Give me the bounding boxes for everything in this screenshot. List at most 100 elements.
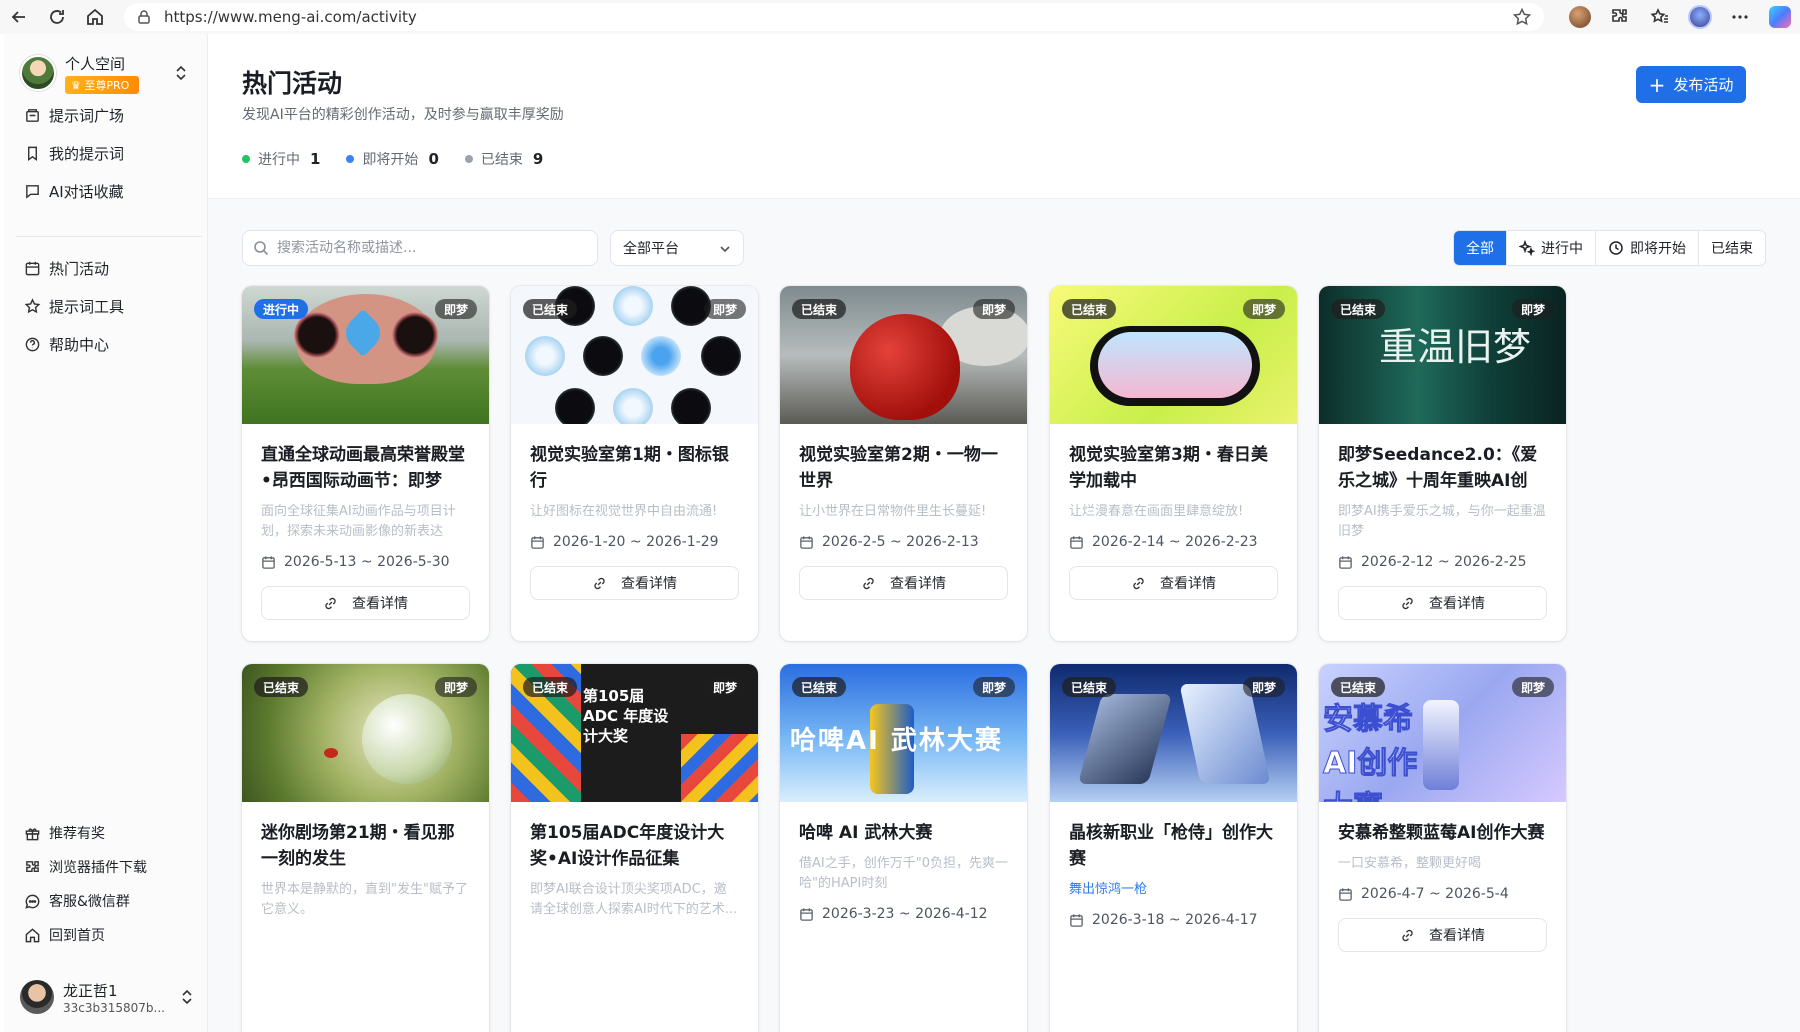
sidebar-item-referral-reward[interactable]: 推荐有奖 bbox=[18, 816, 198, 850]
reload-icon[interactable] bbox=[38, 0, 76, 34]
view-details-button[interactable]: 查看详情 bbox=[1338, 918, 1547, 952]
filter-ended[interactable]: 已结束 bbox=[1698, 231, 1765, 265]
view-details-button[interactable]: 查看详情 bbox=[799, 566, 1008, 600]
stat-ended: 已结束 9 bbox=[464, 149, 543, 169]
status-badge: 已结束 bbox=[523, 677, 578, 697]
status-badge: 进行中 bbox=[254, 299, 309, 319]
profile-icon[interactable] bbox=[1680, 0, 1720, 34]
filter-all[interactable]: 全部 bbox=[1454, 231, 1506, 265]
activity-description: 让好图标在视觉世界中自由流通! bbox=[530, 504, 718, 519]
activity-card[interactable]: 已结束 即梦 视觉实验室第1期・图标银行 让好图标在视觉世界中自由流通! 202… bbox=[511, 286, 758, 641]
chevron-up-down-icon bbox=[182, 989, 192, 1005]
page-header: 热门活动 发现AI平台的精彩创作活动，及时参与赢取丰厚奖励 进行中 1 即将开始… bbox=[208, 34, 1800, 199]
activity-card[interactable]: 已结束 即梦 迷你剧场第21期・看见那一刻的发生 世界本是静默的，直到"发生"赋… bbox=[242, 664, 489, 1032]
extensions-puzzle-icon[interactable] bbox=[1600, 0, 1640, 34]
platform-select[interactable]: 全部平台 bbox=[610, 230, 744, 266]
nav-secondary: 热门活动 提示词工具 帮助中心 bbox=[18, 249, 198, 363]
activity-description: 世界本是静默的，直到"发生"赋予了它意义。 bbox=[261, 882, 468, 917]
activity-description: 让小世界在日常物件里生长蔓延! bbox=[799, 504, 987, 519]
status-badge: 已结束 bbox=[792, 677, 847, 697]
status-dot bbox=[346, 155, 355, 163]
nav-primary: 提示词广场 我的提示词 AI对话收藏 bbox=[18, 96, 198, 210]
link-icon bbox=[1133, 577, 1144, 589]
activity-card[interactable]: 已结束 即梦 视觉实验室第2期・一物一世界 让小世界在日常物件里生长蔓延! 20… bbox=[780, 286, 1027, 641]
extension-avatar-icon[interactable] bbox=[1560, 0, 1600, 34]
activity-description: 让烂漫春意在画面里肆意绽放! bbox=[1069, 504, 1244, 519]
home-icon[interactable] bbox=[76, 0, 114, 34]
clock-icon bbox=[1609, 241, 1623, 255]
page-title: 热门活动 bbox=[242, 69, 343, 98]
copilot-icon[interactable] bbox=[1760, 0, 1800, 34]
link-icon bbox=[325, 597, 336, 609]
calendar-icon bbox=[1070, 535, 1083, 549]
platform-badge: 即梦 bbox=[972, 677, 1015, 697]
back-icon[interactable] bbox=[0, 0, 38, 34]
filter-ongoing[interactable]: 进行中 bbox=[1506, 231, 1595, 265]
activity-date: 2026-2-5 ~ 2026-2-13 bbox=[799, 534, 1008, 550]
view-details-button[interactable]: 查看详情 bbox=[1069, 566, 1278, 600]
activity-cover-image: 重温旧梦 已结束 即梦 bbox=[1319, 286, 1566, 424]
sidebar-item-customer-service[interactable]: 客服&微信群 bbox=[18, 884, 198, 918]
sidebar-item-back-home[interactable]: 回到首页 bbox=[18, 918, 198, 952]
lock-icon bbox=[138, 10, 150, 24]
activity-card[interactable]: 重温旧梦 已结束 即梦 即梦Seedance2.0：《爱乐之城》十周年重映AI创… bbox=[1319, 286, 1566, 641]
calendar-icon bbox=[800, 907, 813, 921]
activity-date: 2026-1-20 ~ 2026-1-29 bbox=[530, 534, 739, 550]
favorites-icon[interactable] bbox=[1640, 0, 1680, 34]
calendar-icon bbox=[1339, 555, 1352, 569]
view-details-button[interactable]: 查看详情 bbox=[1338, 586, 1547, 620]
activity-card[interactable]: 进行中 即梦 直通全球动画最高荣誉殿堂•昂西国际动画节：即梦设... 面向全球征… bbox=[242, 286, 489, 641]
activity-card[interactable]: 已结束 即梦 视觉实验室第3期・春日美学加载中 让烂漫春意在画面里肆意绽放! 2… bbox=[1050, 286, 1297, 641]
activity-cover-image: 已结束 即梦 bbox=[1050, 286, 1297, 424]
search-box[interactable] bbox=[242, 230, 598, 266]
status-badge: 已结束 bbox=[1331, 677, 1386, 697]
status-badge: 已结束 bbox=[1331, 299, 1386, 319]
activity-date: 2026-4-7 ~ 2026-5-4 bbox=[1338, 886, 1547, 902]
calendar-icon bbox=[25, 261, 40, 275]
more-menu-icon[interactable] bbox=[1720, 0, 1760, 34]
search-input[interactable] bbox=[277, 240, 577, 256]
sidebar-item-help-center[interactable]: 帮助中心 bbox=[18, 325, 198, 363]
sidebar-item-prompt-plaza[interactable]: 提示词广场 bbox=[18, 96, 198, 134]
sidebar-item-hot-activities[interactable]: 热门活动 bbox=[18, 249, 198, 287]
favorite-star-icon[interactable] bbox=[1512, 7, 1532, 27]
sidebar-item-browser-extension[interactable]: 浏览器插件下载 bbox=[18, 850, 198, 884]
sidebar-item-prompt-tools[interactable]: 提示词工具 bbox=[18, 287, 198, 325]
filter-upcoming[interactable]: 即将开始 bbox=[1595, 231, 1698, 265]
message-icon bbox=[25, 894, 40, 909]
activity-cover-image: 安慕希 AI创作大赛 已结束 即梦 bbox=[1319, 664, 1566, 802]
activity-cover-image: 哈啤AI 武林大赛 已结束 即梦 bbox=[780, 664, 1027, 802]
calendar-icon bbox=[800, 535, 813, 549]
profile-switcher[interactable]: 个人空间 ♛ 至尊PRO bbox=[20, 52, 192, 94]
sidebar-item-ai-chat-favorites[interactable]: AI对话收藏 bbox=[18, 172, 198, 210]
cover-art-text: 第105届ADC 年度设计大奖 bbox=[583, 687, 669, 745]
address-bar[interactable]: https://www.meng-ai.com/activity bbox=[124, 3, 1544, 31]
link-icon bbox=[1402, 929, 1413, 941]
view-details-button[interactable]: 查看详情 bbox=[261, 586, 470, 620]
calendar-icon bbox=[1339, 887, 1352, 901]
activity-card[interactable]: 已结束 即梦 晶核新职业「枪侍」创作大赛 舞出惊鸿一枪 2026-3-18 ~ … bbox=[1050, 664, 1297, 1032]
platform-badge: 即梦 bbox=[703, 299, 746, 319]
view-details-button[interactable]: 查看详情 bbox=[530, 566, 739, 600]
activity-date: 2026-5-13 ~ 2026-5-30 bbox=[261, 554, 470, 570]
platform-badge: 即梦 bbox=[434, 299, 477, 319]
status-dot bbox=[464, 155, 473, 163]
activity-card[interactable]: 哈啤AI 武林大赛 已结束 即梦 哈啤 AI 武林大赛 借AI之手，创作万千"0… bbox=[780, 664, 1027, 1032]
link-icon bbox=[1402, 597, 1413, 609]
activity-title: 迷你剧场第21期・看见那一刻的发生 bbox=[261, 823, 455, 869]
publish-activity-button[interactable]: + 发布活动 bbox=[1636, 66, 1746, 103]
activity-card[interactable]: 第105届ADC 年度设计大奖 已结束 即梦 第105届ADC年度设计大奖•AI… bbox=[511, 664, 758, 1032]
activity-card[interactable]: 安慕希 AI创作大赛 已结束 即梦 安慕希整颗蓝莓AI创作大赛 一口安慕希，整颗… bbox=[1319, 664, 1566, 1032]
main-content: 热门活动 发现AI平台的精彩创作活动，及时参与赢取丰厚奖励 进行中 1 即将开始… bbox=[208, 34, 1800, 1032]
activity-description: 即梦AI携手爱乐之城，与你一起重温旧梦 bbox=[1338, 504, 1546, 539]
status-badge: 已结束 bbox=[1062, 299, 1117, 319]
activity-cover-image: 已结束 即梦 bbox=[780, 286, 1027, 424]
help-icon bbox=[25, 337, 40, 351]
sidebar-item-my-prompts[interactable]: 我的提示词 bbox=[18, 134, 198, 172]
activity-date: 2026-3-18 ~ 2026-4-17 bbox=[1069, 912, 1278, 928]
activity-description: 舞出惊鸿一枪 bbox=[1069, 882, 1148, 897]
chat-icon bbox=[26, 184, 39, 199]
user-switcher[interactable]: 龙正哲1 33c3b315807b... bbox=[20, 974, 196, 1020]
activity-description: 即梦AI联合设计顶尖奖项ADC，邀请全球创意人探索AI时代下的艺术... bbox=[530, 882, 738, 917]
chevron-down-icon bbox=[720, 246, 730, 253]
